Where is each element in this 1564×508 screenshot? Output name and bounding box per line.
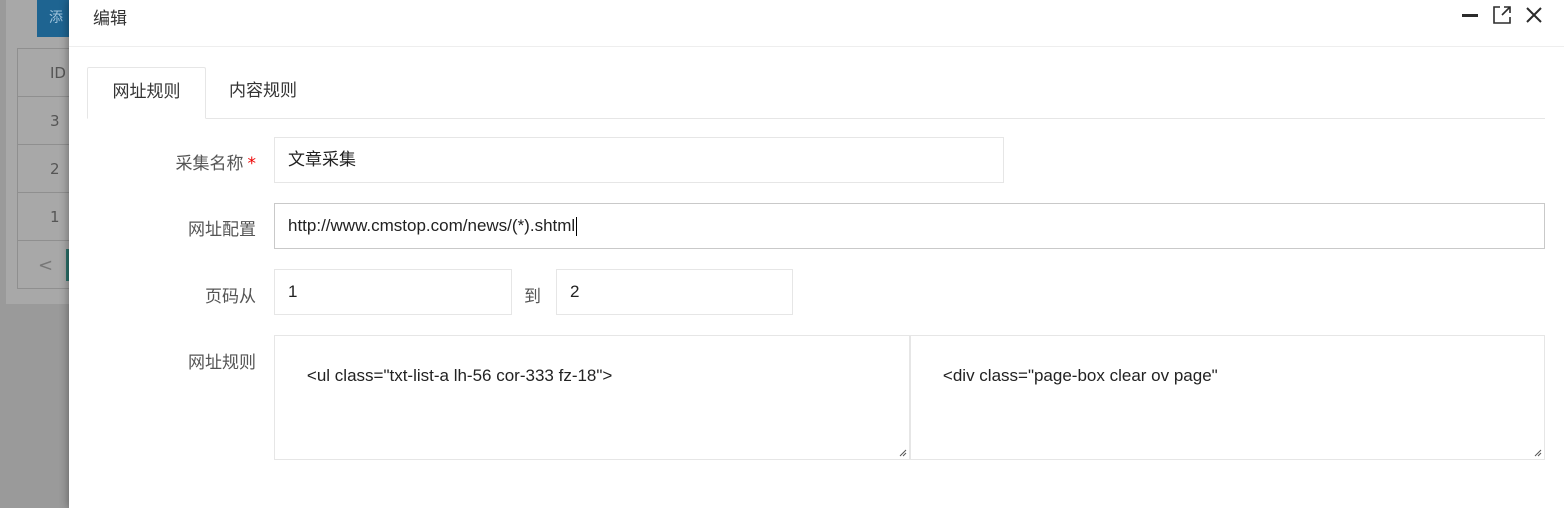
rule-label: 网址规则 [188, 353, 256, 373]
edit-dialog: 编辑 网址规则 内容规则 采集名称 * 文章采集 网址配置 http://www.… [69, 0, 1564, 508]
url-config-input[interactable]: http://www.cmstop.com/news/(*).shtml [274, 203, 1545, 249]
page-to-label: 到 [524, 287, 541, 307]
table-row: 2 [17, 145, 77, 193]
resize-handle-icon[interactable] [1532, 447, 1542, 457]
rule-end-textarea[interactable]: <div class="page-box clear ov page" [910, 335, 1545, 460]
table-row: 1 [17, 193, 77, 241]
required-marker: * [247, 154, 257, 174]
maximize-icon[interactable] [1491, 4, 1513, 26]
name-label-text: 采集名称 [175, 154, 244, 174]
resize-handle-icon[interactable] [897, 447, 907, 457]
tab-url-rules[interactable]: 网址规则 [87, 67, 206, 119]
rule-end-value: <div class="page-box clear ov page" [942, 366, 1218, 385]
table-header-id: ID [17, 49, 77, 97]
tab-content-rules[interactable]: 内容规则 [214, 67, 312, 118]
page-to-input[interactable]: 2 [556, 269, 793, 315]
name-label: 采集名称 * [86, 149, 257, 174]
background-table: ID 3 2 1 < [17, 48, 77, 289]
minimize-icon[interactable] [1459, 4, 1481, 26]
page-from-label: 页码从 [205, 287, 256, 307]
rule-start-textarea[interactable]: <ul class="txt-list-a lh-56 cor-333 fz-1… [274, 335, 910, 460]
text-caret [576, 217, 578, 237]
dialog-header: 编辑 [69, 0, 1564, 47]
rule-start-value: <ul class="txt-list-a lh-56 cor-333 fz-1… [306, 366, 613, 385]
dialog-title: 编辑 [93, 9, 127, 29]
close-icon[interactable] [1523, 4, 1545, 26]
pager-prev: < [38, 255, 54, 276]
url-label: 网址配置 [188, 220, 256, 240]
page-from-input[interactable]: 1 [274, 269, 512, 315]
pager: < [17, 241, 77, 289]
table-row: 3 [17, 97, 77, 145]
collect-name-input[interactable]: 文章采集 [274, 137, 1004, 183]
tab-bar: 网址规则 内容规则 [87, 67, 1545, 119]
url-config-value: http://www.cmstop.com/news/(*).shtml [288, 216, 576, 235]
